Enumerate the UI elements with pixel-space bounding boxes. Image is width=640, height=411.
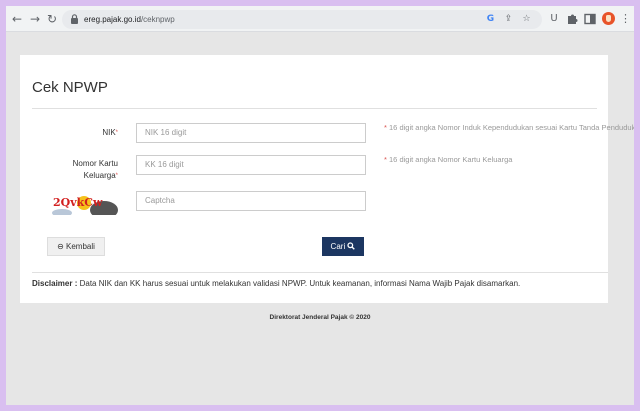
profile-avatar-icon[interactable] xyxy=(602,12,615,25)
page-title: Cek NPWP xyxy=(32,79,108,96)
address-bar[interactable]: ereg.pajak.go.id/ceknpwp G ⇪ ☆ xyxy=(62,10,542,29)
forward-arrow-icon[interactable]: → xyxy=(27,11,43,27)
google-icon[interactable]: G xyxy=(484,13,497,26)
page-content: Cek NPWP NIK* NIK 16 digit * 16 digit an… xyxy=(6,33,634,405)
lock-icon[interactable] xyxy=(70,14,79,24)
disclaimer: Disclaimer : Data NIK dan KK harus sesua… xyxy=(32,278,520,289)
divider xyxy=(32,272,608,273)
hint-star: * xyxy=(384,123,387,132)
reload-icon[interactable]: ↻ xyxy=(44,11,60,27)
required-mark: * xyxy=(115,130,118,136)
browser-window: ← → ↻ ereg.pajak.go.id/ceknpwp G ⇪ ☆ U ⋮… xyxy=(6,6,634,405)
nik-label-text: NIK xyxy=(102,128,116,137)
kk-label-line1: Nomor Kartu xyxy=(72,159,118,168)
back-button[interactable]: ⊖ Kembali xyxy=(47,237,105,256)
url-text: ereg.pajak.go.id/ceknpwp xyxy=(84,13,175,26)
search-icon xyxy=(347,242,356,250)
browser-toolbar: ← → ↻ ereg.pajak.go.id/ceknpwp G ⇪ ☆ U ⋮ xyxy=(6,6,634,32)
back-button-label: Kembali xyxy=(66,242,95,251)
captcha-input[interactable]: Captcha xyxy=(136,191,366,211)
search-button-label: Cari xyxy=(330,242,346,251)
puzzle-icon[interactable] xyxy=(565,12,579,26)
extension-u-icon[interactable]: U xyxy=(547,12,561,26)
captcha-text: 2QvkCw xyxy=(53,196,103,209)
footer: Direktorat Jenderal Pajak © 2020 xyxy=(269,314,371,321)
disclaimer-text: Data NIK dan KK harus sesuai untuk melak… xyxy=(79,279,521,288)
nik-hint: * 16 digit angka Nomor Induk Kependuduka… xyxy=(384,122,634,134)
kk-hint: * 16 digit angka Nomor Kartu Keluarga xyxy=(384,154,634,166)
nik-label: NIK* xyxy=(60,127,118,139)
search-button[interactable]: Cari xyxy=(322,237,364,256)
back-arrow-icon[interactable]: ← xyxy=(9,11,25,27)
kebab-menu-icon[interactable]: ⋮ xyxy=(620,12,631,26)
url-path: /ceknpwp xyxy=(140,15,175,24)
sidebar-icon[interactable] xyxy=(583,12,597,26)
hint-star: * xyxy=(384,155,387,164)
nik-hint-text: 16 digit angka Nomor Induk Kependudukan … xyxy=(389,123,634,132)
captcha-image: 2QvkCw xyxy=(52,193,118,215)
share-icon[interactable]: ⇪ xyxy=(502,13,515,26)
kk-input[interactable]: KK 16 digit xyxy=(136,155,366,175)
circle-arrow-left-icon: ⊖ xyxy=(57,242,64,251)
divider xyxy=(32,108,597,109)
url-host: ereg.pajak.go.id xyxy=(84,15,141,24)
kk-label-line2: Keluarga xyxy=(83,171,116,180)
kk-hint-text: 16 digit angka Nomor Kartu Keluarga xyxy=(389,155,513,164)
disclaimer-label: Disclaimer : xyxy=(32,279,78,288)
cek-npwp-panel: Cek NPWP NIK* NIK 16 digit * 16 digit an… xyxy=(20,55,634,303)
nik-input[interactable]: NIK 16 digit xyxy=(136,123,366,143)
required-mark: * xyxy=(115,173,118,179)
kk-label: Nomor Kartu Keluarga* xyxy=(60,158,118,182)
bookmark-star-icon[interactable]: ☆ xyxy=(520,13,533,26)
